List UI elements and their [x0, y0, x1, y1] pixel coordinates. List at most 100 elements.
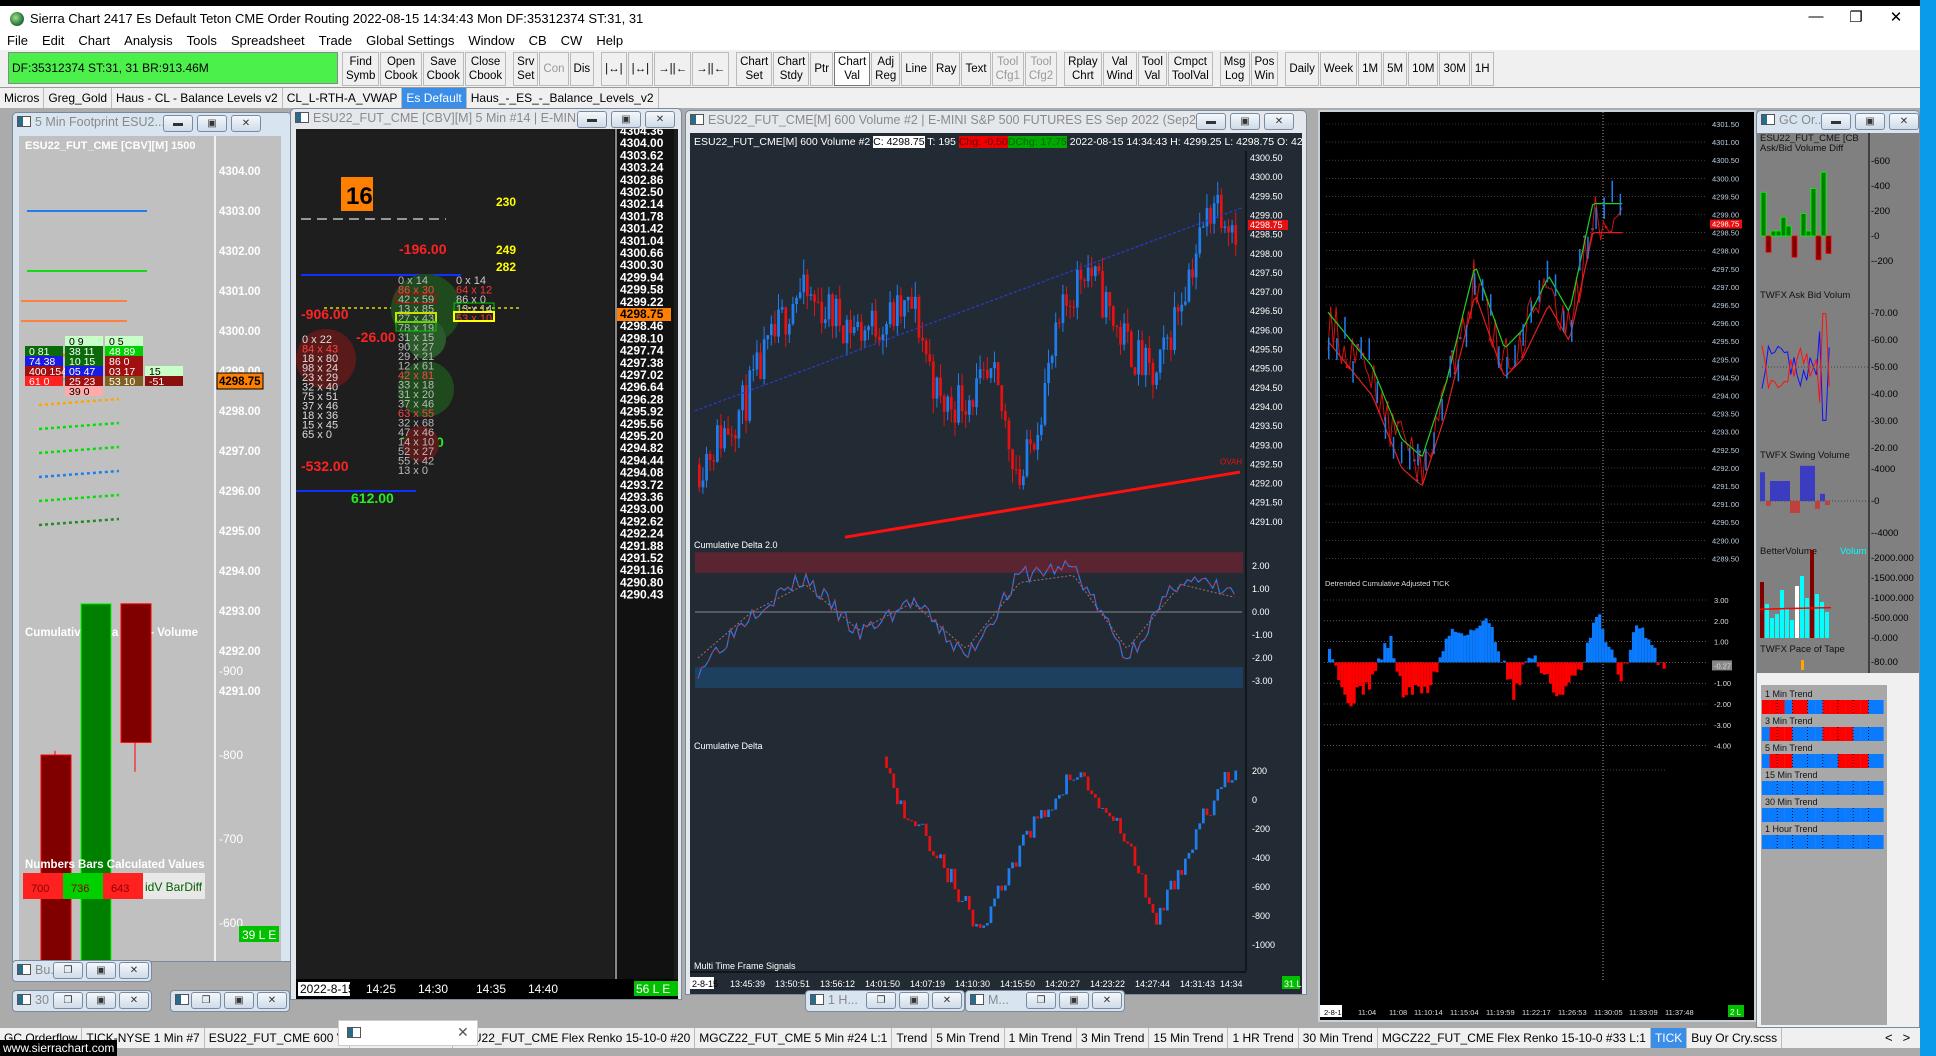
menu-edit[interactable]: Edit — [35, 32, 71, 50]
chartbook-tab[interactable]: CL_L-RTH-A_VWAP — [283, 88, 403, 108]
toolbar-button-adj-reg[interactable]: Adj Reg — [871, 52, 901, 86]
minimized-chart-window[interactable]: M...❐▣✕ — [170, 990, 290, 1012]
maximize-button[interactable]: ▣ — [1855, 113, 1885, 130]
gc-orderflow-window[interactable]: GC Or... ▬ ▣ ✕ ESU22_FUT_CME [CB Ask/Bid … — [1756, 110, 1920, 1028]
tabs-next-button[interactable]: > — [1898, 1030, 1916, 1045]
chartbook-tab[interactable]: Haus_-_ES_-_Balance_Levels_v2 — [467, 88, 659, 108]
close-button[interactable]: ✕ — [119, 962, 149, 979]
footprint-chart[interactable]: ESU22_FUT_CME [CBV][M] 1500 4304.00 4303.0… — [19, 136, 281, 961]
chartbook-tab[interactable]: Es Default — [402, 88, 467, 108]
maximize-button[interactable]: ▣ — [197, 115, 227, 132]
toolbar-button-dis[interactable]: Dis — [569, 52, 595, 86]
minimized-chart-window[interactable]: M...❐▣✕ — [965, 990, 1125, 1012]
toolbar-button-chart-val[interactable]: Chart Val — [834, 52, 871, 86]
close-button[interactable]: ✕ — [231, 115, 261, 132]
toolbar-button-daily[interactable]: Daily — [1285, 52, 1319, 86]
toolbar-button-[interactable]: →||← — [692, 52, 730, 86]
menu-file[interactable]: File — [0, 32, 35, 50]
menu-spreadsheet[interactable]: Spreadsheet — [224, 32, 312, 50]
chart-tab[interactable]: ESU22_FUT_CME 600 V — [205, 1028, 350, 1048]
maximize-button[interactable]: ▣ — [86, 962, 116, 979]
close-button[interactable]: ✕ — [932, 992, 962, 1009]
toolbar-button-10m[interactable]: 10M — [1408, 52, 1439, 86]
close-button[interactable]: ✕ — [1092, 992, 1122, 1009]
minimized-chart-window[interactable]: 30 ... ❐ ▣ ✕ — [12, 990, 152, 1012]
toolbar-button-[interactable]: |↔| — [601, 52, 627, 86]
tabs-prev-button[interactable]: < — [1880, 1030, 1898, 1045]
close-button[interactable]: ✕ — [1876, 8, 1916, 30]
toolbar-button-tool-cfg2[interactable]: Tool Cfg2 — [1024, 52, 1058, 86]
toolbar-button-tool-val[interactable]: Tool Val — [1137, 52, 1167, 86]
restore-button[interactable]: ❐ — [53, 962, 83, 979]
toolbar-button-[interactable]: |↔| — [627, 52, 654, 86]
chart-tab[interactable]: 3 Min Trend — [1077, 1028, 1150, 1048]
chart-tab[interactable]: 1 HR Trend — [1228, 1028, 1299, 1048]
toolbar-button-text[interactable]: Text — [961, 52, 991, 86]
minimized-chart-window[interactable]: 1 H... ❐ ▣ ✕ — [805, 990, 965, 1012]
toolbar-button-pos-win[interactable]: Pos Win — [1250, 52, 1279, 86]
chart-tab[interactable]: TICK — [1650, 1028, 1688, 1048]
chart-tab[interactable]: ESU22_FUT_CME Flex Renko 15-10-0 #20 — [453, 1028, 696, 1048]
menu-tools[interactable]: Tools — [180, 32, 224, 50]
minimize-button[interactable]: — — [1796, 8, 1836, 30]
toolbar-button-val-wind[interactable]: Val Wind — [1102, 52, 1137, 86]
restore-button[interactable]: ❐ — [866, 992, 896, 1009]
maximize-button[interactable]: ▣ — [1059, 992, 1089, 1009]
maximize-button[interactable]: ▣ — [899, 992, 929, 1009]
toolbar-button-chart-stdy[interactable]: Chart Stdy — [773, 52, 810, 86]
menu-window[interactable]: Window — [461, 32, 521, 50]
toolbar-button-rplay-chrt[interactable]: Rplay Chrt — [1064, 52, 1102, 86]
chart-tab[interactable]: Trend — [892, 1028, 933, 1048]
chartbook-tab[interactable]: Greg_Gold — [44, 88, 113, 108]
menu-chart[interactable]: Chart — [71, 32, 117, 50]
footprint-5min-chart[interactable]: 4304.364304.004303.624303.244302.864302.… — [296, 129, 678, 999]
toolbar-button-1m[interactable]: 1M — [1358, 52, 1383, 86]
toolbar-button-chart-set[interactable]: Chart Set — [736, 52, 773, 86]
restore-button[interactable]: ❐ — [1026, 992, 1056, 1009]
minimize-button[interactable]: ▬ — [577, 111, 607, 128]
toolbar-button-save-cbook[interactable]: Save Cbook — [422, 52, 464, 86]
toolbar-button-cmpct-toolval[interactable]: Cmpct ToolVal — [1167, 52, 1213, 86]
chart-tab[interactable]: MGCZ22_FUT_CME Flex Renko 15-10-0 #33 L:… — [1378, 1028, 1651, 1048]
close-icon[interactable]: ✕ — [457, 1024, 469, 1041]
menu-analysis[interactable]: Analysis — [117, 32, 179, 50]
toolbar-button-5m[interactable]: 5M — [1383, 52, 1408, 86]
chart-tab[interactable]: 30 Min Trend — [1299, 1028, 1378, 1048]
chart-tab[interactable]: 5 Min Trend — [932, 1028, 1005, 1048]
tick-chart-window[interactable]: 4301.50 4301.00 4300.50 4300.00 4299.50 4299.… — [1318, 110, 1756, 1022]
menu-help[interactable]: Help — [589, 32, 630, 50]
footprint-5min-window[interactable]: ESU22_FUT_CME [CBV][M] 5 Min #14 | E-MIN… — [290, 108, 682, 1000]
toolbar-button-open-cbook[interactable]: Open Cbook — [380, 52, 422, 86]
minimize-button[interactable]: ▬ — [1196, 113, 1226, 130]
toolbar-button-30m[interactable]: 30M — [1439, 52, 1470, 86]
tick-chart[interactable]: 4301.50 4301.00 4300.50 4300.00 4299.50 4299.… — [1320, 112, 1754, 1020]
menu-trade[interactable]: Trade — [312, 32, 359, 50]
close-button[interactable]: ✕ — [257, 992, 287, 1009]
minimize-button[interactable]: ▬ — [1821, 113, 1851, 130]
toolbar-button-[interactable]: →||← — [654, 52, 692, 86]
toolbar-button-ptr[interactable]: Ptr — [810, 52, 834, 86]
chartbook-tab[interactable]: Haus - CL - Balance Levels v2 — [112, 88, 283, 108]
maximize-button[interactable]: ▣ — [86, 992, 116, 1009]
toolbar-button-ray[interactable]: Ray — [932, 52, 961, 86]
restore-button[interactable]: ❐ — [1836, 8, 1876, 30]
menu-cw[interactable]: CW — [554, 32, 590, 50]
close-button[interactable]: ✕ — [645, 111, 675, 128]
chart-tab[interactable]: 15 Min Trend — [1149, 1028, 1229, 1048]
close-button[interactable]: ✕ — [119, 992, 149, 1009]
gc-orderflow-chart[interactable]: ESU22_FUT_CME [CBAsk/Bid Volume Diff-600… — [1757, 133, 1919, 1027]
chart-tab[interactable]: MGCZ22_FUT_CME 5 Min #24 L:1 — [695, 1028, 893, 1048]
chart-tab[interactable]: Buy Or Cry.scss — [1687, 1028, 1783, 1048]
close-button[interactable]: ✕ — [1889, 113, 1919, 130]
main-chart-window[interactable]: ESU22_FUT_CME[M] 600 Volume #2 | E-MINI … — [685, 110, 1307, 995]
toolbar-button-srv-set[interactable]: Srv Set — [513, 52, 539, 86]
maximize-button[interactable]: ▣ — [224, 992, 254, 1009]
minimized-chart-window[interactable]: Bu... ❐ ▣ ✕ — [12, 960, 152, 982]
main-price-chart[interactable]: 4300.504300.004299.504299.004298.504298.… — [690, 151, 1302, 994]
toolbar-button-week[interactable]: Week — [1319, 52, 1358, 86]
toolbar-button-con[interactable]: Con — [539, 52, 569, 86]
menu-cb[interactable]: CB — [522, 32, 554, 50]
restore-button[interactable]: ❐ — [191, 992, 221, 1009]
chartbook-tab[interactable]: Micros — [0, 88, 45, 108]
restore-button[interactable]: ❐ — [53, 992, 83, 1009]
